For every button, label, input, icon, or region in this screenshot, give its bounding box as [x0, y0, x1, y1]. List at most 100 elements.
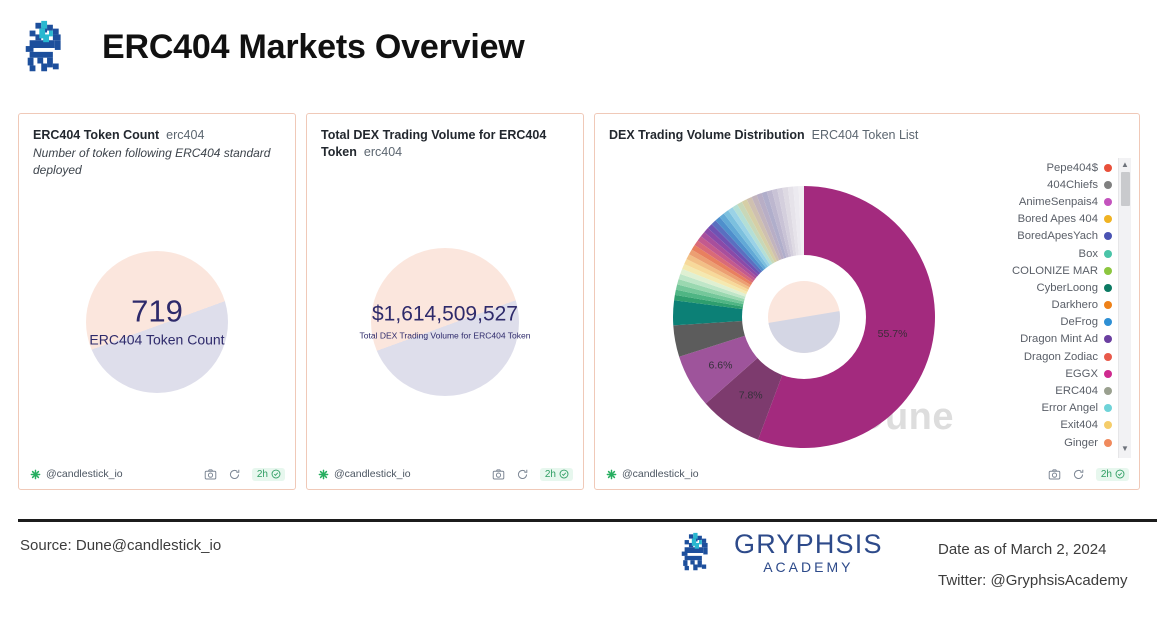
legend-item[interactable]: Bored Apes 404: [993, 211, 1114, 228]
card-subtitle: ERC404 Token List: [805, 128, 919, 142]
refresh-status-badge[interactable]: 2h: [540, 468, 573, 481]
legend-label: AnimeSenpais4: [1019, 196, 1098, 208]
counter-circle: 719 ERC404 Token Count: [86, 251, 228, 393]
legend-label: DeFrog: [1060, 316, 1098, 328]
legend-item[interactable]: Exit404: [993, 417, 1114, 434]
legend-item[interactable]: DeFrog: [993, 314, 1114, 331]
refresh-status-badge[interactable]: 2h: [1096, 468, 1129, 481]
donut-chart[interactable]: 55.7%7.8%6.6%: [671, 184, 937, 450]
footer-meta: Date as of March 2, 2024 Twitter: @Gryph…: [938, 534, 1127, 596]
legend-label: CyberLoong: [1036, 282, 1098, 294]
slice-percentage-label: 7.8%: [739, 389, 763, 401]
gryphsis-pixel-griffin-icon: [676, 530, 722, 576]
legend-color-dot: [1104, 164, 1112, 172]
legend-color-dot: [1104, 387, 1112, 395]
legend-item[interactable]: CyberLoong: [993, 279, 1114, 296]
footer-date: Date as of March 2, 2024: [938, 534, 1127, 565]
legend-item[interactable]: Error Angel: [993, 400, 1114, 417]
legend-label: Ginger: [1064, 437, 1098, 449]
refresh-interval: 2h: [1101, 469, 1112, 480]
donut-center-badge: [768, 281, 840, 353]
refresh-icon[interactable]: [228, 468, 241, 481]
slice-percentage-label: 55.7%: [878, 328, 908, 340]
counter-text: $1,614,509,527 Total DEX Trading Volume …: [360, 301, 531, 342]
legend-label: Darkhero: [1052, 299, 1098, 311]
card-header: DEX Trading Volume DistributionERC404 To…: [595, 114, 1139, 144]
legend-label: Dragon Zodiac: [1024, 351, 1098, 363]
legend-item[interactable]: Dragon Zodiac: [993, 348, 1114, 365]
brand-name: GRYPHSIS: [734, 530, 883, 559]
legend-item[interactable]: 404Chiefs: [993, 176, 1114, 193]
camera-icon[interactable]: [204, 468, 217, 481]
legend-color-dot: [1104, 215, 1112, 223]
dashboard-page: ERC404 Markets Overview ERC404 Token Cou…: [0, 0, 1175, 632]
card-title-text: DEX Trading Volume Distribution: [609, 128, 805, 142]
legend-item[interactable]: BoredApesYach: [993, 228, 1114, 245]
legend-item[interactable]: AnimeSenpais4: [993, 193, 1114, 210]
card-description: Number of token following ERC404 standar…: [33, 145, 281, 179]
footer-username: @candlestick_io: [622, 468, 699, 480]
camera-icon[interactable]: [1048, 468, 1061, 481]
card-title: ERC404 Token Counterc404: [33, 127, 281, 144]
cards-row: ERC404 Token Counterc404 Number of token…: [0, 113, 1175, 490]
footer-actions: 2h: [204, 468, 285, 481]
legend-color-dot: [1104, 353, 1112, 361]
footer-actions: 2h: [492, 468, 573, 481]
counter-text: 719 ERC404 Token Count: [89, 294, 224, 349]
legend-color-dot: [1104, 335, 1112, 343]
footer-author[interactable]: @candlestick_io: [318, 468, 411, 480]
legend-color-dot: [1104, 232, 1112, 240]
footer-author[interactable]: @candlestick_io: [606, 468, 699, 480]
legend-color-dot: [1104, 301, 1112, 309]
scroll-up-arrow[interactable]: ▲: [1121, 158, 1129, 172]
footer-username: @candlestick_io: [334, 468, 411, 480]
camera-icon[interactable]: [492, 468, 505, 481]
legend-item[interactable]: $Pepe404: [993, 159, 1114, 176]
footer-twitter: Twitter: @GryphsisAcademy: [938, 565, 1127, 596]
check-circle-icon: [271, 469, 281, 479]
legend-color-dot: [1104, 250, 1112, 258]
scroll-thumb[interactable]: [1121, 172, 1130, 206]
refresh-status-badge[interactable]: 2h: [252, 468, 285, 481]
legend-color-dot: [1104, 421, 1112, 429]
chart-legend[interactable]: $Pepe404 404Chiefs AnimeSenpais4 Bored Apes…: [993, 158, 1131, 458]
candlestick-asterisk-icon: [30, 469, 41, 480]
counter-circle: $1,614,509,527 Total DEX Trading Volume …: [371, 248, 519, 396]
legend-label: Bored Apes 404: [1018, 213, 1098, 225]
legend-label: BoredApesYach: [1017, 230, 1098, 242]
legend-label: Box: [1079, 248, 1098, 260]
legend-label: 404Chiefs: [1047, 179, 1098, 191]
counter-visualization: 719 ERC404 Token Count: [19, 214, 295, 429]
refresh-icon[interactable]: [516, 468, 529, 481]
legend-label: Error Angel: [1041, 402, 1098, 414]
refresh-interval: 2h: [257, 469, 268, 480]
candlestick-asterisk-icon: [606, 469, 617, 480]
check-circle-icon: [1115, 469, 1125, 479]
card-header: ERC404 Token Counterc404 Number of token…: [19, 114, 295, 179]
donut-chart-area: Dune 55.7%7.8%6.6%: [595, 158, 995, 458]
footer-author[interactable]: @candlestick_io: [30, 468, 123, 480]
legend-label: ERC404: [1055, 385, 1098, 397]
legend-scrollbar[interactable]: ▲ ▼: [1118, 158, 1131, 458]
legend-color-dot: [1104, 370, 1112, 378]
legend-item[interactable]: Ginger: [993, 434, 1114, 451]
legend-item[interactable]: Darkhero: [993, 297, 1114, 314]
counter-label: ERC404 Token Count: [89, 329, 224, 349]
card-subtitle: erc404: [357, 145, 402, 159]
legend-item[interactable]: ERC404: [993, 382, 1114, 399]
legend-item[interactable]: COLONIZE MAR: [993, 262, 1114, 279]
legend-color-dot: [1104, 318, 1112, 326]
footer-source: Source: Dune@candlestick_io: [20, 537, 221, 554]
legend-label: $Pepe404: [1046, 162, 1098, 174]
footer-username: @candlestick_io: [46, 468, 123, 480]
counter-value: 719: [89, 294, 224, 328]
gryphsis-pixel-griffin-icon: [18, 17, 80, 79]
legend-item[interactable]: Box: [993, 245, 1114, 262]
scroll-down-arrow[interactable]: ▼: [1121, 442, 1129, 456]
refresh-icon[interactable]: [1072, 468, 1085, 481]
legend-item[interactable]: Dragon Mint Ad: [993, 331, 1114, 348]
footer-actions: 2h: [1048, 468, 1129, 481]
card-volume-distribution: DEX Trading Volume DistributionERC404 To…: [594, 113, 1140, 490]
legend-color-dot: [1104, 284, 1112, 292]
legend-item[interactable]: EGGX: [993, 365, 1114, 382]
